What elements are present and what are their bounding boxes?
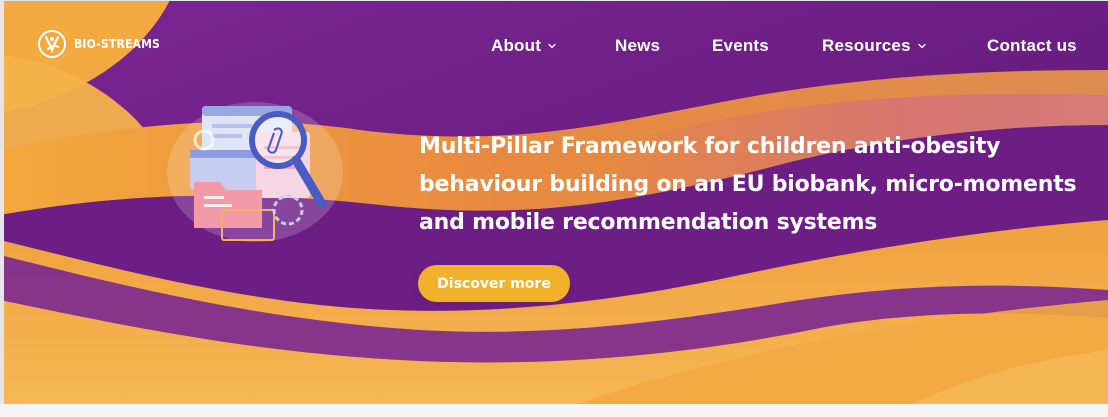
nav-item-label: News — [615, 36, 661, 55]
nav-item-label: About — [491, 36, 542, 55]
magnifier-documents-illustration — [167, 102, 343, 242]
nav-item-news[interactable]: News — [615, 36, 660, 56]
frame-border-top — [0, 0, 1108, 1]
frame-border-left — [0, 0, 4, 410]
main-nav: About News Events Resources Contact us — [0, 36, 1108, 60]
hero-bottom-strip — [0, 404, 1108, 417]
headline-line: behaviour building on an EU biobank, mic… — [419, 172, 1077, 197]
nav-item-label: Contact us — [987, 36, 1077, 55]
nav-item-contact-us[interactable]: Contact us — [987, 36, 1077, 56]
nav-item-events[interactable]: Events — [712, 36, 769, 56]
headline-line: and mobile recommendation systems — [419, 210, 878, 235]
nav-item-resources[interactable]: Resources — [822, 36, 927, 56]
nav-item-about[interactable]: About — [491, 36, 557, 56]
nav-item-label: Resources — [822, 36, 911, 55]
chevron-down-icon — [918, 43, 926, 49]
nav-item-label: Events — [712, 36, 769, 55]
page: BIO-STREAMS About News Events Resources … — [0, 0, 1108, 417]
hero-headline: Multi-Pillar Framework for children anti… — [419, 128, 1099, 242]
discover-more-button[interactable]: Discover more — [418, 265, 570, 302]
headline-line: Multi-Pillar Framework for children anti… — [419, 134, 1001, 159]
chevron-down-icon — [548, 43, 556, 49]
